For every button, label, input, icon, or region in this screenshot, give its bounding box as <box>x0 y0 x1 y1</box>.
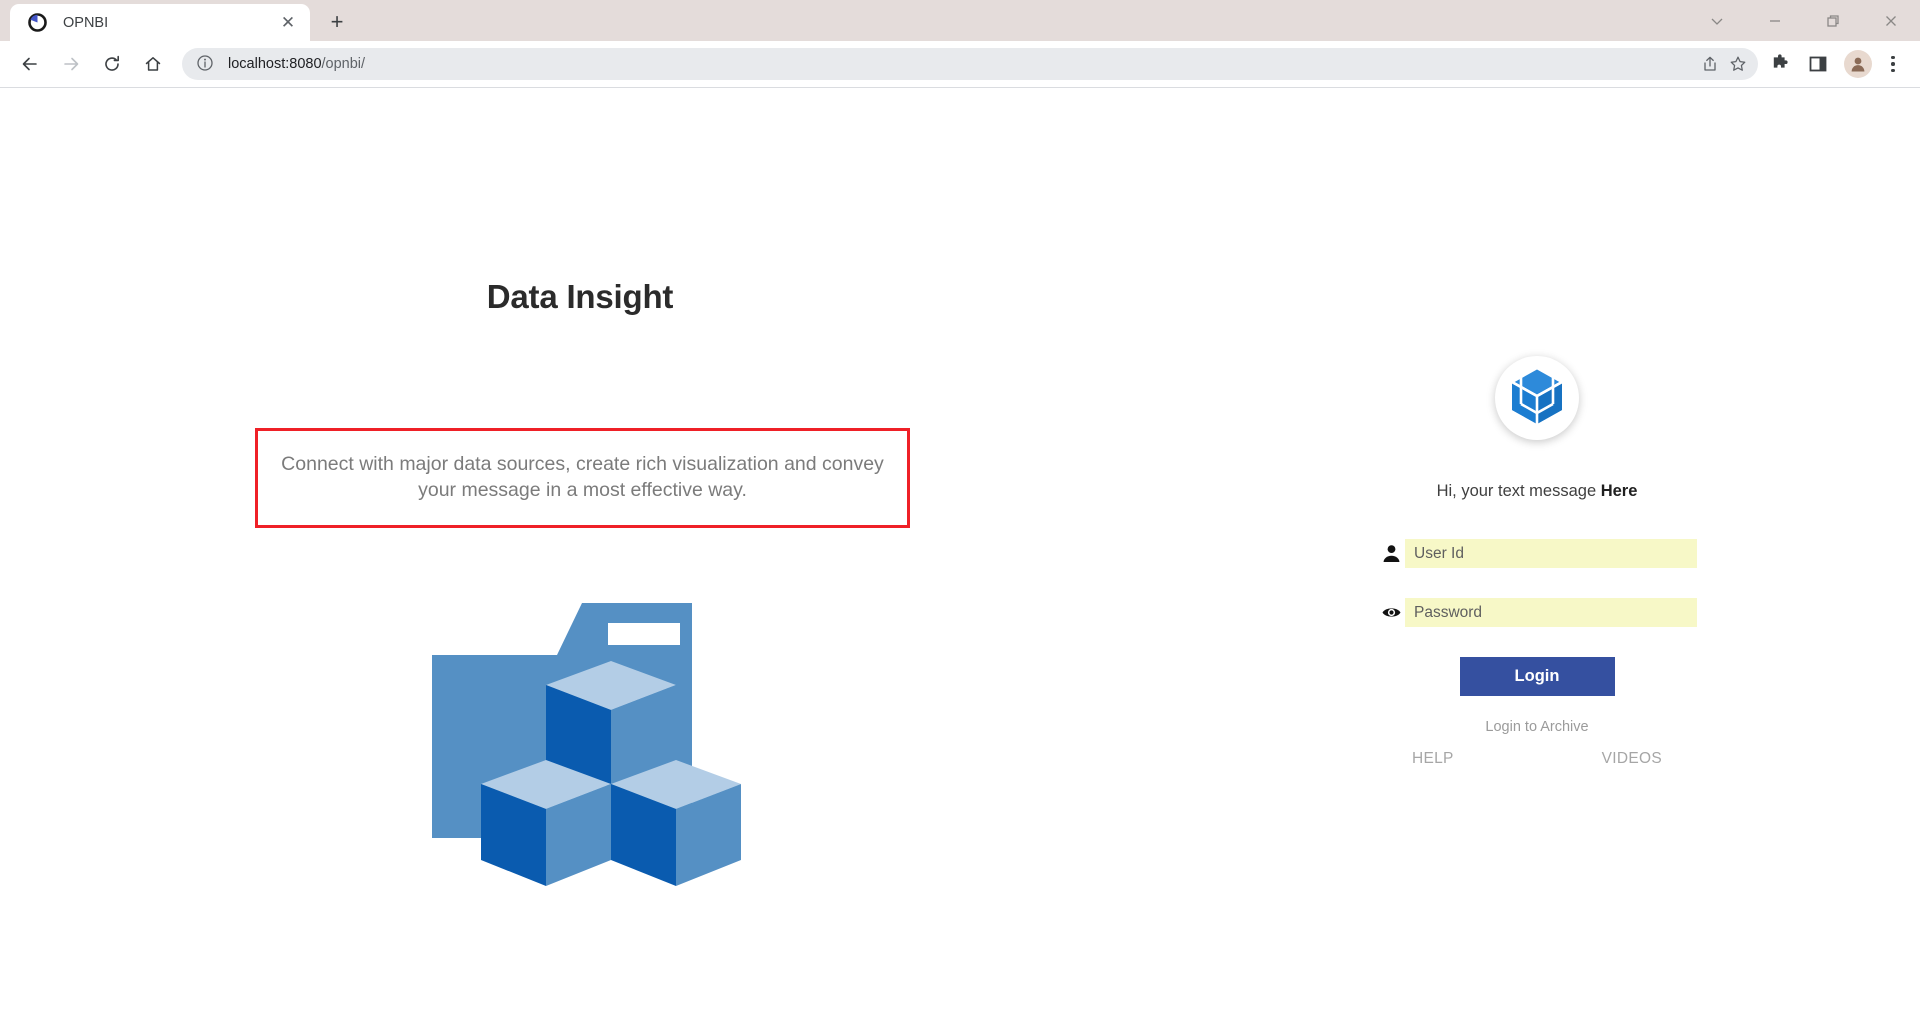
url-host: localhost:8080 <box>228 56 322 72</box>
folder-with-blue-cubes-illustration <box>430 593 760 908</box>
login-form: Login Login to Archive HELP VIDEOS <box>1357 539 1717 768</box>
browser-window: OPNBI ✕ + localhost:8080/opnbi/ Data Ins… <box>0 0 1920 1017</box>
maximize-icon[interactable] <box>1804 0 1862 41</box>
blue-isometric-cube-logo <box>1509 366 1565 431</box>
app-logo <box>1495 356 1579 440</box>
tagline-text: Connect with major data sources, create … <box>281 453 884 501</box>
help-link[interactable]: HELP <box>1412 750 1454 768</box>
address-bar-url: localhost:8080/opnbi/ <box>228 56 1696 72</box>
page-title: Data Insight <box>486 278 674 315</box>
password-input[interactable] <box>1405 598 1697 627</box>
close-icon[interactable]: ✕ <box>276 11 300 35</box>
login-to-archive-link[interactable]: Login to Archive <box>1485 719 1588 735</box>
site-info-icon[interactable] <box>196 54 216 74</box>
tab-title: OPNBI <box>63 14 109 31</box>
tab-strip: OPNBI ✕ + <box>0 0 1920 41</box>
login-button[interactable]: Login <box>1459 657 1615 696</box>
reload-icon[interactable] <box>94 46 130 82</box>
videos-link[interactable]: VIDEOS <box>1602 750 1662 768</box>
profile-avatar-icon[interactable] <box>1844 50 1872 78</box>
address-bar[interactable]: localhost:8080/opnbi/ <box>182 48 1758 80</box>
user-id-field-row <box>1377 539 1697 568</box>
share-icon[interactable] <box>1696 50 1724 78</box>
minimize-icon[interactable] <box>1746 0 1804 41</box>
pie-chart-icon <box>28 13 47 32</box>
window-controls <box>1688 0 1920 41</box>
puzzle-icon[interactable] <box>1764 48 1796 80</box>
person-icon <box>1377 543 1405 564</box>
star-icon[interactable] <box>1724 50 1752 78</box>
greeting-prefix: Hi, your text message <box>1436 482 1601 500</box>
eye-icon[interactable] <box>1377 602 1405 623</box>
window-close-icon[interactable] <box>1862 0 1920 41</box>
tagline-annotation-box: Connect with major data sources, create … <box>255 428 910 528</box>
hero-section: Data Insight Connect with major data sou… <box>0 88 1160 1017</box>
footer-links: HELP VIDEOS <box>1412 750 1662 768</box>
user-id-input[interactable] <box>1405 539 1697 568</box>
kebab-menu-icon[interactable] <box>1878 49 1908 79</box>
side-panel-icon[interactable] <box>1802 48 1834 80</box>
password-field-row <box>1377 598 1697 627</box>
back-arrow-icon[interactable] <box>12 46 48 82</box>
chevron-down-icon[interactable] <box>1688 0 1746 41</box>
greeting-text: Hi, your text message Here <box>1437 482 1638 501</box>
browser-tab-opnbi[interactable]: OPNBI ✕ <box>10 4 310 41</box>
url-path: /opnbi/ <box>321 56 366 72</box>
home-icon[interactable] <box>135 46 171 82</box>
page-viewport: Data Insight Connect with major data sou… <box>0 88 1920 1017</box>
login-panel: Hi, your text message Here User Id Login… <box>1357 356 1717 768</box>
new-tab-button[interactable]: + <box>320 5 354 39</box>
greeting-highlight: Here <box>1600 482 1638 500</box>
forward-arrow-icon <box>53 46 89 82</box>
browser-toolbar: localhost:8080/opnbi/ <box>0 41 1920 88</box>
